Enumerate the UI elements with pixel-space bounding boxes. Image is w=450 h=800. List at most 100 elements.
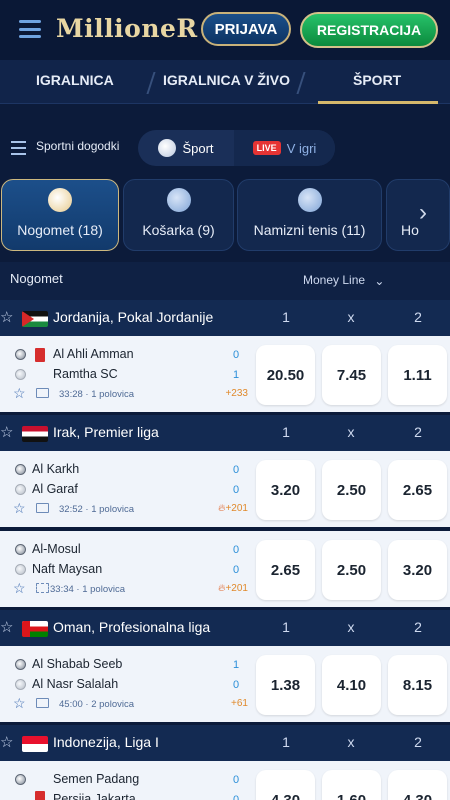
mode-switch: Šport LIVE V igri — [138, 130, 335, 166]
match-row[interactable]: Al Karkh 0 Al Garaf 0 ☆ 32:52 · 1 polovi… — [0, 451, 450, 529]
league-header[interactable]: ☆ Jordanija, Pokal Jordanije 1 x 2 — [0, 300, 450, 336]
category-basketball[interactable]: Košarka (9) — [123, 179, 234, 251]
tab-live[interactable]: LIVE V igri — [234, 130, 335, 166]
match-row[interactable]: Al-Mosul 0 Naft Maysan 0 ☆ 33:34 · 1 pol… — [0, 531, 450, 609]
more-markets-count: +201 — [225, 503, 248, 514]
odd-draw[interactable]: 1.60 — [322, 770, 381, 800]
away-team: Naft Maysan — [32, 562, 103, 576]
away-score: 0 — [232, 679, 240, 691]
odd-away[interactable]: 2.65 — [388, 460, 447, 520]
league-header[interactable]: ☆ Oman, Profesionalna liga 1 x 2 — [0, 610, 450, 646]
star-icon[interactable]: ☆ — [13, 500, 26, 517]
match-row[interactable]: Semen Padang 0 Persija Jakarta 0 4.30 1.… — [0, 761, 450, 800]
star-icon[interactable]: ☆ — [13, 695, 26, 712]
tv-icon[interactable] — [36, 698, 49, 708]
category-label: Ho — [401, 222, 419, 238]
home-score: 0 — [232, 544, 240, 556]
football-icon — [15, 484, 26, 495]
more-markets[interactable]: 🔥︎+201 — [212, 503, 248, 514]
odd-away[interactable]: 1.11 — [388, 345, 447, 405]
home-score: 1 — [232, 659, 240, 671]
odd-away[interactable]: 3.20 — [388, 540, 447, 600]
sports-menu-icon[interactable] — [11, 141, 26, 155]
away-team: Al Garaf — [32, 482, 78, 496]
more-markets[interactable]: +233 — [212, 388, 248, 399]
football-icon — [48, 188, 72, 212]
category-football[interactable]: Nogomet (18) — [1, 179, 119, 251]
tab-sport[interactable]: Šport — [138, 130, 234, 166]
sports-events-label[interactable]: Sportni dogodki — [36, 139, 119, 153]
star-icon[interactable]: ☆ — [0, 423, 13, 441]
odds-header-1: 1 — [282, 424, 290, 440]
football-icon — [158, 139, 177, 157]
league-header[interactable]: ☆ Indonezija, Liga I 1 x 2 — [0, 725, 450, 761]
flag-oman-icon — [22, 621, 48, 637]
tv-icon[interactable] — [36, 503, 49, 513]
odd-home[interactable]: 1.38 — [256, 655, 315, 715]
odd-draw[interactable]: 2.50 — [322, 460, 381, 520]
league-name: Indonezija, Liga I — [53, 734, 159, 750]
more-markets[interactable]: +61 — [212, 698, 248, 709]
star-icon[interactable]: ☆ — [0, 308, 13, 326]
odd-draw[interactable]: 7.45 — [322, 345, 381, 405]
nav-active-indicator — [318, 101, 438, 104]
match-row[interactable]: Al Ahli Amman 0 Ramtha SC 1 ☆ 33:28 · 1 … — [0, 336, 450, 414]
odd-away[interactable]: 4.30 — [388, 770, 447, 800]
filter-bar: Sportni dogodki Šport LIVE V igri — [0, 130, 450, 166]
away-score: 0 — [232, 564, 240, 576]
star-icon[interactable]: ☆ — [13, 580, 26, 597]
odds-header-1: 1 — [282, 734, 290, 750]
odd-away[interactable]: 8.15 — [388, 655, 447, 715]
nav-separator — [296, 72, 306, 94]
match-time: 33:28 · 1 polovica — [59, 389, 134, 400]
odds-header-2: 2 — [414, 309, 422, 325]
category-table-tennis[interactable]: Namizni tenis (11) — [237, 179, 382, 251]
more-markets[interactable]: 🔥︎+201 — [212, 583, 248, 594]
league-header[interactable]: ☆ Irak, Premier liga 1 x 2 — [0, 415, 450, 451]
category-hockey[interactable]: Ho — [386, 179, 450, 251]
category-label: Nogomet (18) — [17, 222, 103, 238]
nav-sport[interactable]: ŠPORT — [353, 72, 401, 88]
odd-home[interactable]: 4.30 — [256, 770, 315, 800]
register-button[interactable]: REGISTRACIJA — [300, 12, 438, 48]
odds-header-x: x — [347, 734, 355, 750]
star-icon[interactable]: ☆ — [0, 733, 13, 751]
chevron-right-icon[interactable]: › — [419, 199, 427, 227]
odd-home[interactable]: 3.20 — [256, 460, 315, 520]
football-icon — [15, 679, 26, 690]
table-tennis-icon — [297, 188, 322, 212]
login-button[interactable]: PRIJAVA — [201, 12, 291, 46]
home-team: Al-Mosul — [32, 542, 81, 556]
odd-home[interactable]: 20.50 — [256, 345, 315, 405]
nav-casino[interactable]: IGRALNICA — [36, 72, 114, 88]
odds-header-1: 1 — [282, 309, 290, 325]
flag-iraq-icon — [22, 426, 48, 442]
away-team: Persija Jakarta — [53, 792, 136, 800]
league-name: Oman, Profesionalna liga — [53, 619, 211, 635]
tv-icon[interactable] — [36, 388, 49, 398]
odds-header-2: 2 — [414, 734, 422, 750]
away-score: 1 — [232, 369, 240, 381]
nav-live-casino[interactable]: IGRALNICA V ŽIVO — [163, 72, 290, 88]
star-icon[interactable]: ☆ — [13, 385, 26, 402]
market-select[interactable]: Money Line ⌄ — [303, 273, 384, 288]
flag-jordan-icon — [22, 311, 48, 327]
odd-home[interactable]: 2.65 — [256, 540, 315, 600]
app-header: MillioneR PRIJAVA REGISTRACIJA — [0, 0, 450, 60]
market-select-label: Money Line — [303, 273, 366, 287]
odds-header-x: x — [347, 619, 355, 635]
odd-draw[interactable]: 4.10 — [322, 655, 381, 715]
logo[interactable]: MillioneR — [56, 14, 198, 43]
red-card-icon — [35, 791, 45, 800]
league-name: Jordanija, Pokal Jordanije — [53, 309, 214, 325]
match-row[interactable]: Al Shabab Seeb 1 Al Nasr Salalah 0 ☆ 45:… — [0, 646, 450, 724]
section-header: Nogomet Money Line ⌄ — [0, 262, 450, 300]
football-icon — [15, 369, 26, 380]
league-name: Irak, Premier liga — [53, 424, 159, 440]
football-icon — [15, 544, 26, 555]
star-icon[interactable]: ☆ — [0, 618, 13, 636]
home-team: Al Karkh — [32, 462, 80, 476]
menu-icon[interactable] — [19, 20, 41, 38]
odd-draw[interactable]: 2.50 — [322, 540, 381, 600]
stats-icon[interactable] — [36, 583, 49, 593]
